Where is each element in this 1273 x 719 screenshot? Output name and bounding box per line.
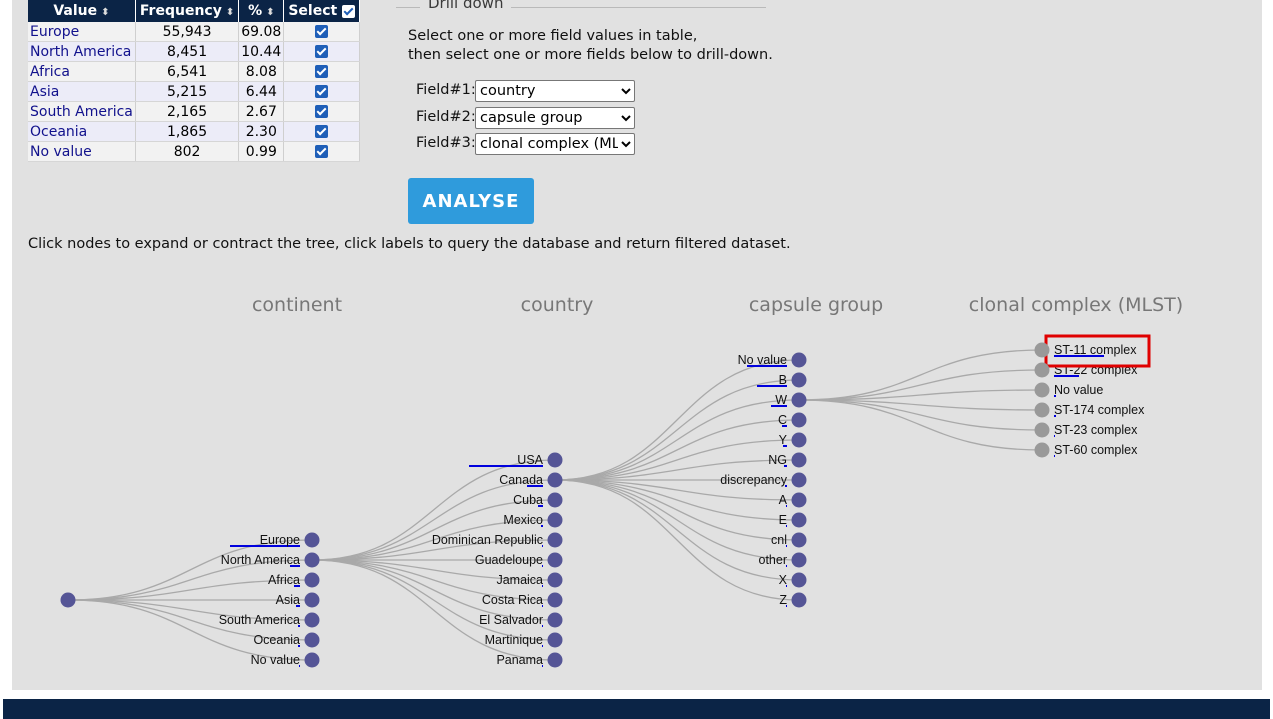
capsule-group-node-circle[interactable] [791,452,807,468]
tree-link-country [311,499,556,561]
capsule-group-node-circle[interactable] [791,552,807,568]
country-node-circle[interactable] [547,552,563,568]
clonal-complex-node-label[interactable]: ST-60 complex [1054,443,1138,457]
capsule-group-node-label[interactable]: discrepancy [720,473,787,487]
capsule-group-node-label[interactable]: Z [779,593,787,607]
country-node-label[interactable]: Panama [496,653,543,667]
tree-link-continent [67,599,313,661]
capsule-group-node-label[interactable]: NG [768,453,787,467]
clonal-complex-node-circle[interactable] [1034,382,1050,398]
country-node-circle[interactable] [547,652,563,668]
capsule-group-node-label[interactable]: A [779,493,788,507]
clonal-complex-node-circle[interactable] [1034,422,1050,438]
footer-bar [3,699,1270,719]
continent-node-label[interactable]: Oceania [253,633,300,647]
capsule-group-node-circle[interactable] [791,512,807,528]
capsule-group-node-circle[interactable] [791,372,807,388]
capsule-group-node-label[interactable]: X [779,573,788,587]
clonal-complex-node-label[interactable]: ST-174 complex [1054,403,1145,417]
country-node-circle[interactable] [547,592,563,608]
tree-link-capsule-group [554,359,800,481]
continent-node-label[interactable]: South America [219,613,300,627]
drilldown-tree: Europe North America Africa Asia South Ameri… [60,334,1151,668]
country-node-label[interactable]: Mexico [503,513,543,527]
continent-node-circle[interactable] [304,652,320,668]
country-node-circle[interactable] [547,532,563,548]
capsule-group-node-label[interactable]: W [775,393,787,407]
tree-link-capsule-group [554,379,800,481]
continent-node-circle[interactable] [304,532,320,548]
clonal-complex-node-label[interactable]: No value [1054,383,1103,397]
continent-node-label[interactable]: Asia [276,593,300,607]
tree-root-node[interactable] [60,592,76,608]
country-node-circle[interactable] [547,512,563,528]
country-node-label[interactable]: El Salvador [479,613,543,627]
continent-node-label[interactable]: North America [221,553,300,567]
country-node-label[interactable]: Dominican Republic [432,533,543,547]
clonal-complex-node-circle[interactable] [1034,402,1050,418]
country-node-circle[interactable] [547,492,563,508]
tree-link-country [311,559,556,621]
country-node-label[interactable]: Canada [499,473,543,487]
capsule-group-node-label[interactable]: No value [738,353,787,367]
country-node-label[interactable]: Martinique [485,633,543,647]
country-node-circle[interactable] [547,612,563,628]
clonal-complex-node-label[interactable]: ST-11 complex [1054,343,1137,357]
tree-link-clonal-complex [798,399,1043,451]
capsule-group-node-label[interactable]: B [779,373,787,387]
capsule-group-node-circle[interactable] [791,532,807,548]
clonal-complex-node-circle[interactable] [1034,342,1050,358]
country-node-label[interactable]: Cuba [513,493,543,507]
tree-link-capsule-group [554,399,800,481]
continent-node-circle[interactable] [304,612,320,628]
clonal-complex-node-circle[interactable] [1034,442,1050,458]
capsule-group-node-label[interactable]: E [779,513,787,527]
tree-link-continent [67,539,313,601]
country-node-circle[interactable] [547,572,563,588]
continent-node-label[interactable]: Europe [260,533,300,547]
country-node-label[interactable]: Jamaica [496,573,543,587]
continent-node-circle[interactable] [304,552,320,568]
tree-link-capsule-group [554,479,800,601]
capsule-group-node-circle[interactable] [791,472,807,488]
capsule-group-node-circle[interactable] [791,412,807,428]
country-node-label[interactable]: Costa Rica [482,593,543,607]
capsule-group-node-circle[interactable] [791,432,807,448]
capsule-group-node-circle[interactable] [791,492,807,508]
capsule-group-node-circle[interactable] [791,352,807,368]
country-node-circle[interactable] [547,472,563,488]
capsule-group-node-label[interactable]: cnl [771,533,787,547]
tree-link-capsule-group [554,479,800,541]
capsule-group-node-circle[interactable] [791,572,807,588]
tree-link-capsule-group [554,419,800,481]
continent-node-circle[interactable] [304,592,320,608]
tree-link-capsule-group [554,479,800,561]
capsule-group-node-label[interactable]: other [759,553,788,567]
tree-link-clonal-complex [798,349,1043,401]
country-node-label[interactable]: USA [517,453,543,467]
continent-node-label[interactable]: No value [251,653,300,667]
capsule-group-node-circle[interactable] [791,392,807,408]
capsule-group-node-label[interactable]: Y [779,433,788,447]
capsule-group-node-label[interactable]: C [778,413,787,427]
continent-node-circle[interactable] [304,632,320,648]
capsule-group-node-circle[interactable] [791,592,807,608]
country-node-circle[interactable] [547,632,563,648]
country-node-label[interactable]: Guadeloupe [475,553,543,567]
continent-node-label[interactable]: Africa [268,573,300,587]
clonal-complex-node-circle[interactable] [1034,362,1050,378]
country-node-circle[interactable] [547,452,563,468]
continent-node-circle[interactable] [304,572,320,588]
clonal-complex-node-label[interactable]: ST-23 complex [1054,423,1138,437]
